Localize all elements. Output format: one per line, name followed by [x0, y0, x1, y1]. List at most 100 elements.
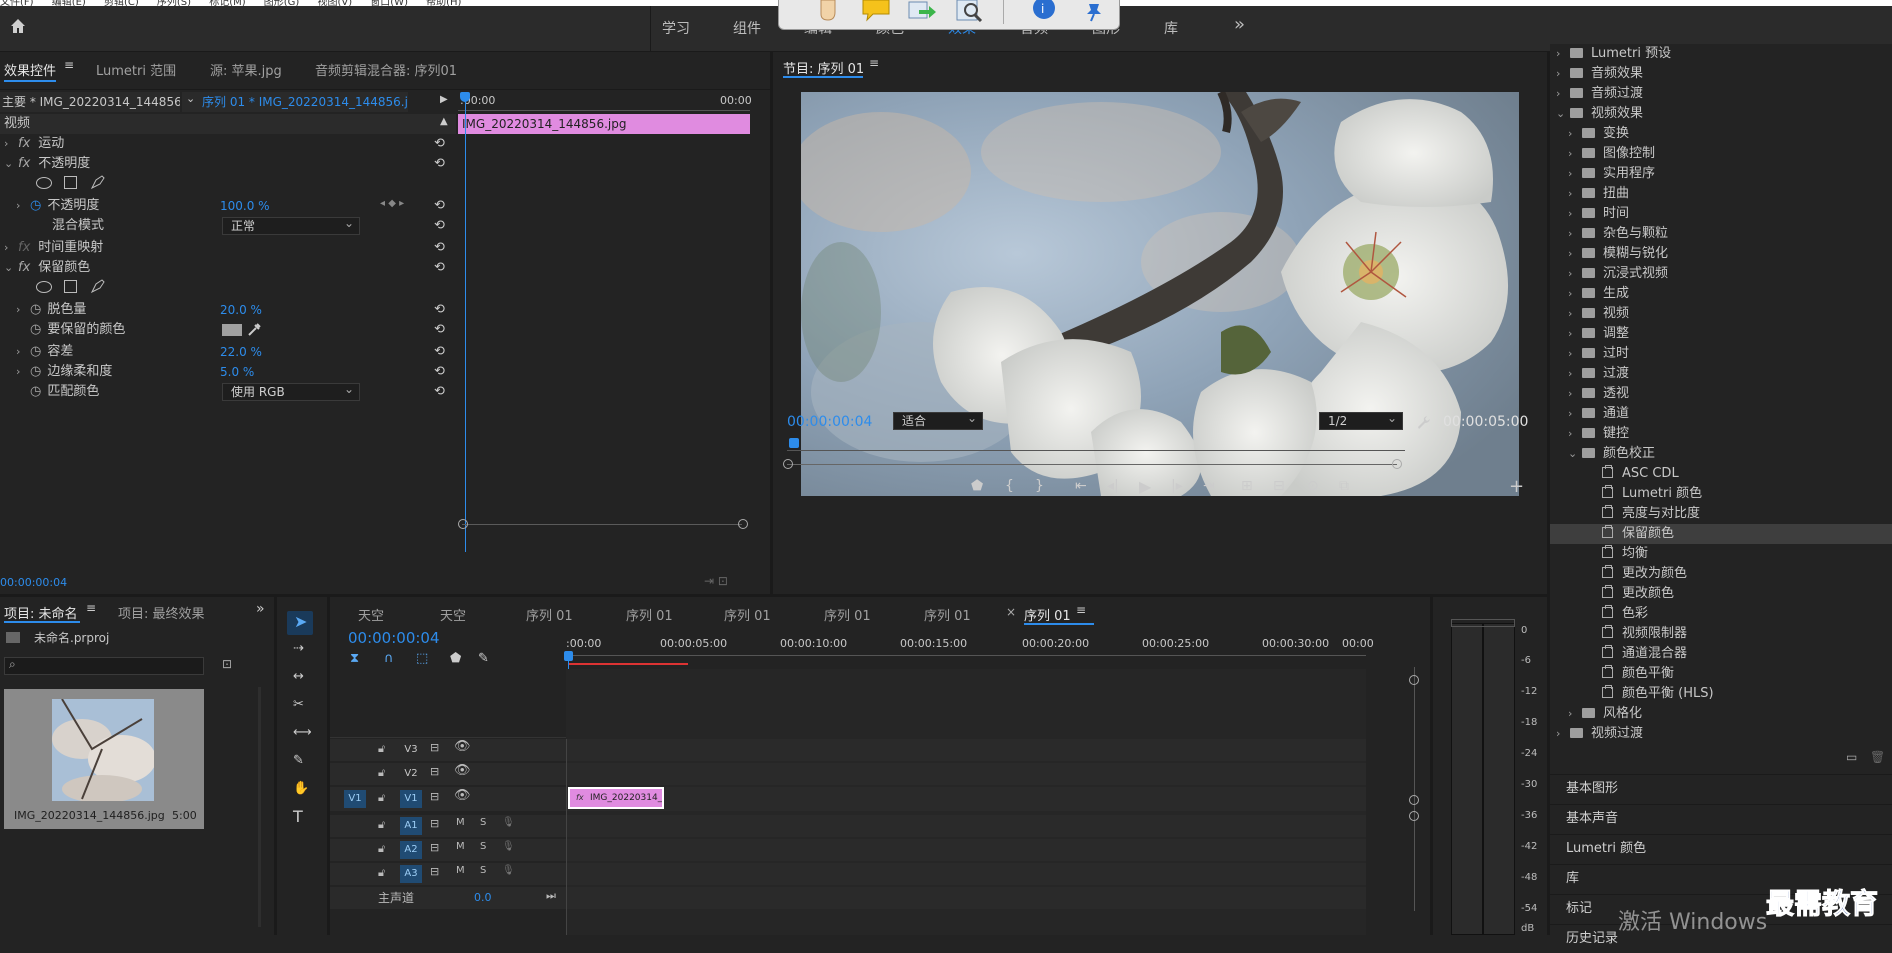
lock-icon[interactable]: 🔓︎ — [378, 818, 385, 832]
effects-folder[interactable]: › 时间 — [1550, 204, 1892, 224]
compare-view-icon[interactable]: ⧉ — [1339, 478, 1349, 494]
nest-icon[interactable]: ⧗ — [350, 651, 359, 666]
tab-sequence-2[interactable]: 序列 01 — [626, 605, 673, 624]
step-forward-icon[interactable]: |▸ — [1171, 478, 1183, 494]
type-tool-icon[interactable]: T — [293, 807, 303, 826]
effects-folder[interactable]: › 键控 — [1550, 424, 1892, 444]
effects-item[interactable]: Lumetri 颜色 — [1550, 484, 1892, 504]
timeline-ruler[interactable]: :00:00 00:00:05:00 00:00:10:00 00:00:15:… — [566, 627, 1374, 657]
sequence-clip-selector[interactable]: 序列 01 * IMG_20220314_144856.jpg — [182, 92, 408, 112]
lock-icon[interactable]: 🔓︎ — [378, 842, 385, 856]
effects-folder[interactable]: › 通道 — [1550, 404, 1892, 424]
selection-tool[interactable]: ➤ — [287, 611, 313, 635]
find-icon[interactable] — [955, 0, 985, 22]
zoom-handle-right[interactable] — [1392, 459, 1402, 469]
menu-item-edit[interactable]: 编辑(E) — [52, 0, 86, 6]
track-label-v1[interactable]: V1 — [400, 790, 422, 808]
sync-lock-icon[interactable]: ⊟ — [430, 790, 439, 803]
effects-folder[interactable]: › 杂色与颗粒 — [1550, 224, 1892, 244]
ec-playhead[interactable] — [465, 92, 466, 552]
chevron-right-icon[interactable]: › — [1568, 404, 1582, 424]
pin-icon[interactable] — [1079, 0, 1109, 22]
play-icon[interactable]: ▶ — [1139, 477, 1151, 496]
effects-folder[interactable]: › Lumetri 预设 — [1550, 44, 1892, 64]
program-playhead[interactable] — [789, 438, 799, 448]
ellipse-mask-icon[interactable] — [36, 281, 52, 293]
reset-icon[interactable]: ⟲ — [434, 156, 445, 171]
track-v3[interactable] — [330, 739, 1366, 761]
effects-folder[interactable]: › 透视 — [1550, 384, 1892, 404]
snap-icon[interactable]: ∩ — [384, 651, 394, 666]
panel-section[interactable]: Lumetri 颜色 — [1550, 834, 1892, 862]
reset-icon[interactable]: ⟲ — [434, 302, 445, 317]
blend-mode-select[interactable]: 正常 — [222, 215, 360, 235]
mute-button[interactable]: M — [456, 865, 465, 876]
edge-softness-value[interactable]: 5.0 % — [220, 365, 254, 379]
trash-icon[interactable]: 🗑︎ — [1870, 750, 1885, 764]
eyedropper-icon[interactable] — [246, 322, 262, 338]
eye-icon[interactable]: 👁︎ — [454, 739, 471, 754]
ec-zoom-bar[interactable] — [462, 524, 742, 525]
menu-item-window[interactable]: 窗口(W) — [370, 0, 408, 6]
wrench-icon[interactable] — [1415, 414, 1431, 430]
scroll-handle[interactable] — [1409, 675, 1419, 685]
go-to-end-icon[interactable]: ⏭ — [546, 889, 556, 903]
program-title[interactable]: 节目: 序列 01 — [783, 58, 864, 77]
track-v2[interactable] — [330, 763, 1366, 785]
chevron-right-icon[interactable]: › — [1556, 64, 1570, 84]
pen-tool-icon[interactable]: ✎ — [293, 753, 304, 768]
settings-icon[interactable]: ✎ — [478, 651, 489, 666]
chevron-right-icon[interactable]: › — [1568, 144, 1582, 164]
lock-icon[interactable]: 🔓︎ — [378, 742, 385, 756]
effects-folder[interactable]: › 图像控制 — [1550, 144, 1892, 164]
master-volume-value[interactable]: 0.0 — [474, 891, 492, 904]
tab-sky-1[interactable]: 天空 — [358, 605, 384, 624]
effects-folder[interactable]: › 过渡 — [1550, 364, 1892, 384]
effects-item[interactable]: 亮度与对比度 — [1550, 504, 1892, 524]
step-back-icon[interactable]: ◂| — [1107, 478, 1119, 494]
track-label-a3[interactable]: A3 — [400, 865, 422, 883]
effects-item[interactable]: 通道混合器 — [1550, 644, 1892, 664]
tab-audio-clip-mixer[interactable]: 音频剪辑混合器: 序列01 — [315, 60, 457, 79]
effects-folder[interactable]: › 音频效果 — [1550, 64, 1892, 84]
opacity-row[interactable]: ⌄ fx 不透明度 — [0, 154, 456, 174]
effects-folder[interactable]: › 生成 — [1550, 284, 1892, 304]
tolerance-value[interactable]: 22.0 % — [220, 345, 262, 359]
timeline-timecode[interactable]: 00:00:00:04 — [348, 629, 440, 647]
pen-mask-icon[interactable] — [90, 174, 106, 190]
reset-icon[interactable]: ⟲ — [434, 322, 445, 337]
effects-item[interactable]: 视频限制器 — [1550, 624, 1892, 644]
effects-folder[interactable]: › 风格化 — [1550, 704, 1892, 724]
mark-in-icon[interactable]: { — [1005, 478, 1014, 494]
razor-icon[interactable]: ✂ — [293, 697, 304, 712]
more-panels-icon[interactable]: » — [256, 601, 265, 617]
scroll-handle[interactable] — [1409, 811, 1419, 821]
track-label-a2[interactable]: A2 — [400, 841, 422, 859]
hand-tool-icon[interactable]: ✋ — [293, 781, 309, 796]
master-clip-label[interactable]: 主要 * IMG_20220314_144856.jpg — [0, 92, 180, 112]
effects-item[interactable]: ASC CDL — [1550, 464, 1892, 484]
ellipse-mask-icon[interactable] — [36, 177, 52, 189]
chevron-right-icon[interactable]: › — [1568, 384, 1582, 404]
effects-folder[interactable]: ⌄ 颜色校正 — [1550, 444, 1892, 464]
mute-button[interactable]: M — [456, 817, 465, 828]
effects-folder[interactable]: ⌄ 视频效果 — [1550, 104, 1892, 124]
effects-item[interactable]: 更改为颜色 — [1550, 564, 1892, 584]
time-remap-row[interactable]: › fx 时间重映射 — [0, 238, 456, 258]
track-v1[interactable] — [330, 787, 1366, 811]
rectangle-mask-icon[interactable] — [64, 280, 77, 293]
chevron-down-icon[interactable]: ⌄ — [1568, 444, 1582, 464]
chevron-right-icon[interactable]: › — [1568, 424, 1582, 444]
new-bin-icon[interactable]: ⊡ — [222, 657, 232, 671]
tab-sequence-3[interactable]: 序列 01 — [724, 605, 771, 624]
add-marker-icon[interactable]: ⬟ — [971, 478, 983, 494]
track-label-v2[interactable]: V2 — [400, 765, 422, 783]
effects-item[interactable]: 均衡 — [1550, 544, 1892, 564]
menu-item-clip[interactable]: 剪辑(C) — [104, 0, 139, 6]
chevron-right-icon[interactable]: › — [1556, 724, 1570, 744]
effects-item[interactable]: 颜色平衡 (HLS) — [1550, 684, 1892, 704]
stopwatch-icon[interactable]: ◷ — [30, 364, 41, 379]
effects-folder[interactable]: › 扭曲 — [1550, 184, 1892, 204]
microphone-icon[interactable]: 🎙︎ — [502, 841, 515, 852]
camera-icon[interactable]: ⊙ — [1307, 478, 1319, 494]
